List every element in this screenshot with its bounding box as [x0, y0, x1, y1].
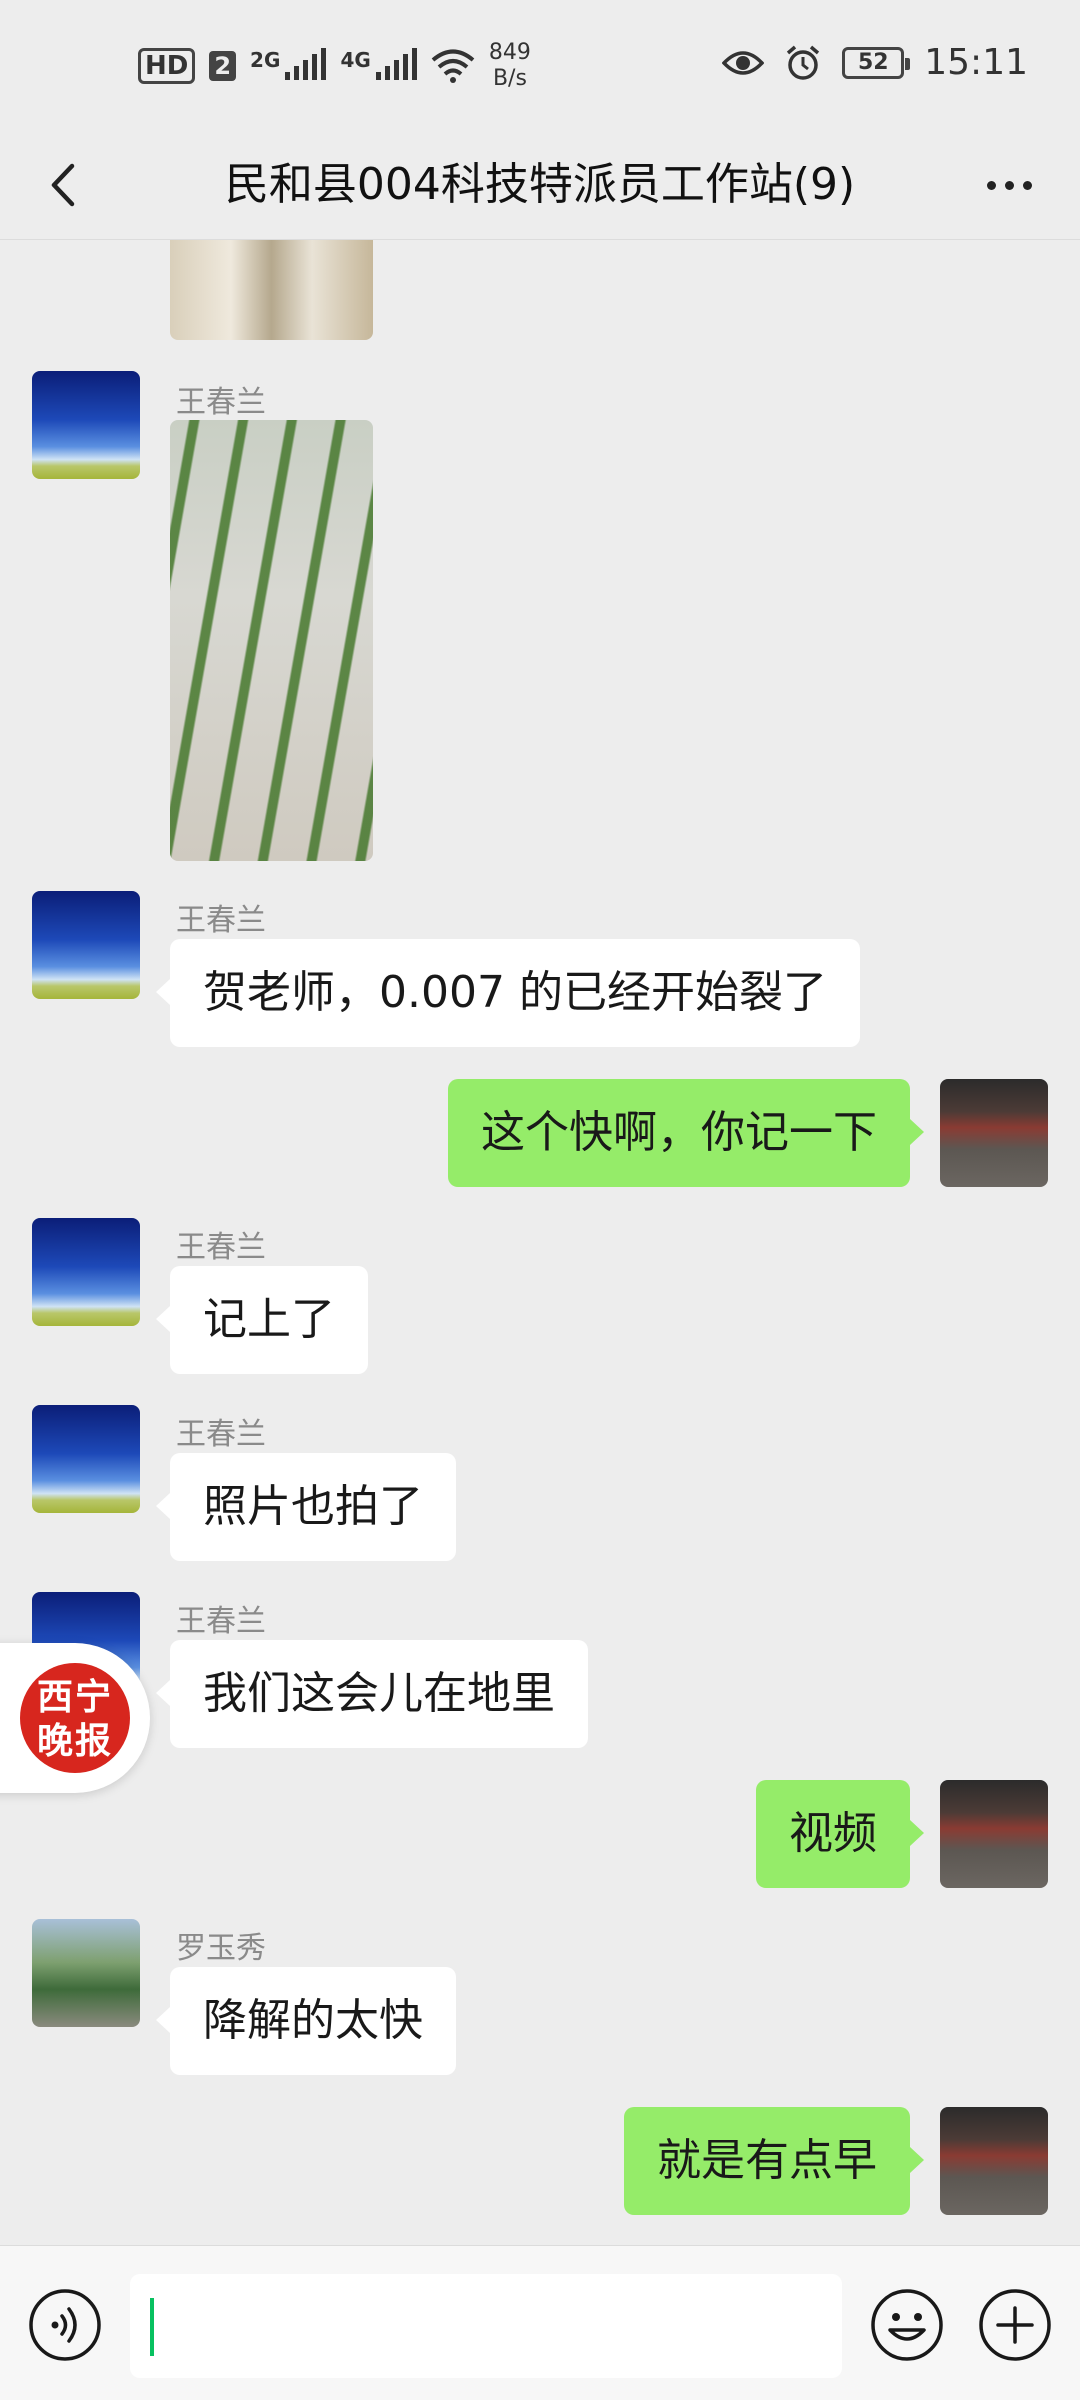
emoji-icon[interactable] — [870, 2288, 944, 2362]
newspaper-logo: 西宁 晚报 — [20, 1663, 130, 1773]
speed-unit: B/s — [492, 66, 527, 91]
chat-header: 民和县004科技特派员工作站(9) — [0, 130, 1080, 240]
sender-name: 王春兰 — [176, 385, 266, 420]
status-bar: HD 2 2G 4G 849 B/s 52 15:11 — [0, 0, 1080, 130]
alarm-icon — [787, 45, 820, 80]
avatar[interactable] — [32, 1405, 140, 1513]
signal-4g-icon: 4G — [340, 48, 417, 84]
status-left: HD 2 2G 4G 849 B/s — [138, 40, 531, 92]
floating-logo-widget[interactable]: 西宁 晚报 — [0, 1643, 150, 1793]
sim-badge: 2 — [209, 51, 237, 81]
avatar[interactable] — [32, 371, 140, 479]
network-speed: 849 B/s — [489, 40, 531, 92]
logo-line-1: 西宁 — [36, 1676, 113, 1718]
avatar[interactable] — [32, 891, 140, 999]
clock: 15:11 — [924, 42, 1028, 83]
message-bubble[interactable]: 视频 — [756, 1780, 924, 1888]
message-bubble[interactable]: 贺老师，0.007 的已经开始裂了 — [156, 939, 860, 1047]
logo-line-2: 晚报 — [36, 1720, 113, 1762]
message-bubble[interactable]: 记上了 — [156, 1266, 368, 1374]
message-bubble[interactable]: 降解的太快 — [156, 1967, 456, 2075]
field-photo[interactable] — [170, 420, 373, 861]
message-list[interactable]: 王春兰 王春兰 贺老师，0.007 的已经开始裂了 这个快啊，你记一下 王春兰 … — [0, 240, 1080, 2245]
avatar[interactable] — [940, 2107, 1048, 2215]
sender-name: 罗玉秀 — [176, 1931, 266, 1966]
message-bubble[interactable]: 我们这会儿在地里 — [156, 1640, 588, 1748]
sender-name: 王春兰 — [176, 1230, 266, 1265]
status-right: 52 15:11 — [722, 42, 1028, 83]
soil-photo[interactable] — [170, 240, 373, 340]
message-bubble[interactable]: 照片也拍了 — [156, 1453, 456, 1561]
chat-title: 民和县004科技特派员工作站(9) — [224, 159, 856, 210]
avatar[interactable] — [940, 1079, 1048, 1187]
avatar[interactable] — [940, 1780, 1048, 1888]
text-caret — [150, 2298, 154, 2356]
hd-badge: HD — [138, 48, 196, 84]
message-bubble[interactable]: 这个快啊，你记一下 — [448, 1079, 924, 1187]
eye-icon — [722, 50, 765, 75]
message-bubble[interactable]: 就是有点早 — [624, 2107, 924, 2215]
signal-2g-icon: 2G — [250, 48, 327, 84]
speed-value: 849 — [488, 40, 531, 65]
avatar[interactable] — [32, 1218, 140, 1326]
wifi-icon — [431, 49, 475, 83]
battery-icon: 52 — [842, 46, 911, 79]
input-bar — [0, 2245, 1080, 2400]
voice-icon[interactable] — [28, 2288, 102, 2362]
plus-icon[interactable] — [978, 2288, 1052, 2362]
more-dots-icon[interactable] — [974, 150, 1044, 220]
sender-name: 王春兰 — [176, 903, 266, 938]
avatar[interactable] — [32, 1919, 140, 2027]
sender-name: 王春兰 — [176, 1417, 266, 1452]
sender-name: 王春兰 — [176, 1604, 266, 1639]
message-input[interactable] — [130, 2274, 842, 2378]
